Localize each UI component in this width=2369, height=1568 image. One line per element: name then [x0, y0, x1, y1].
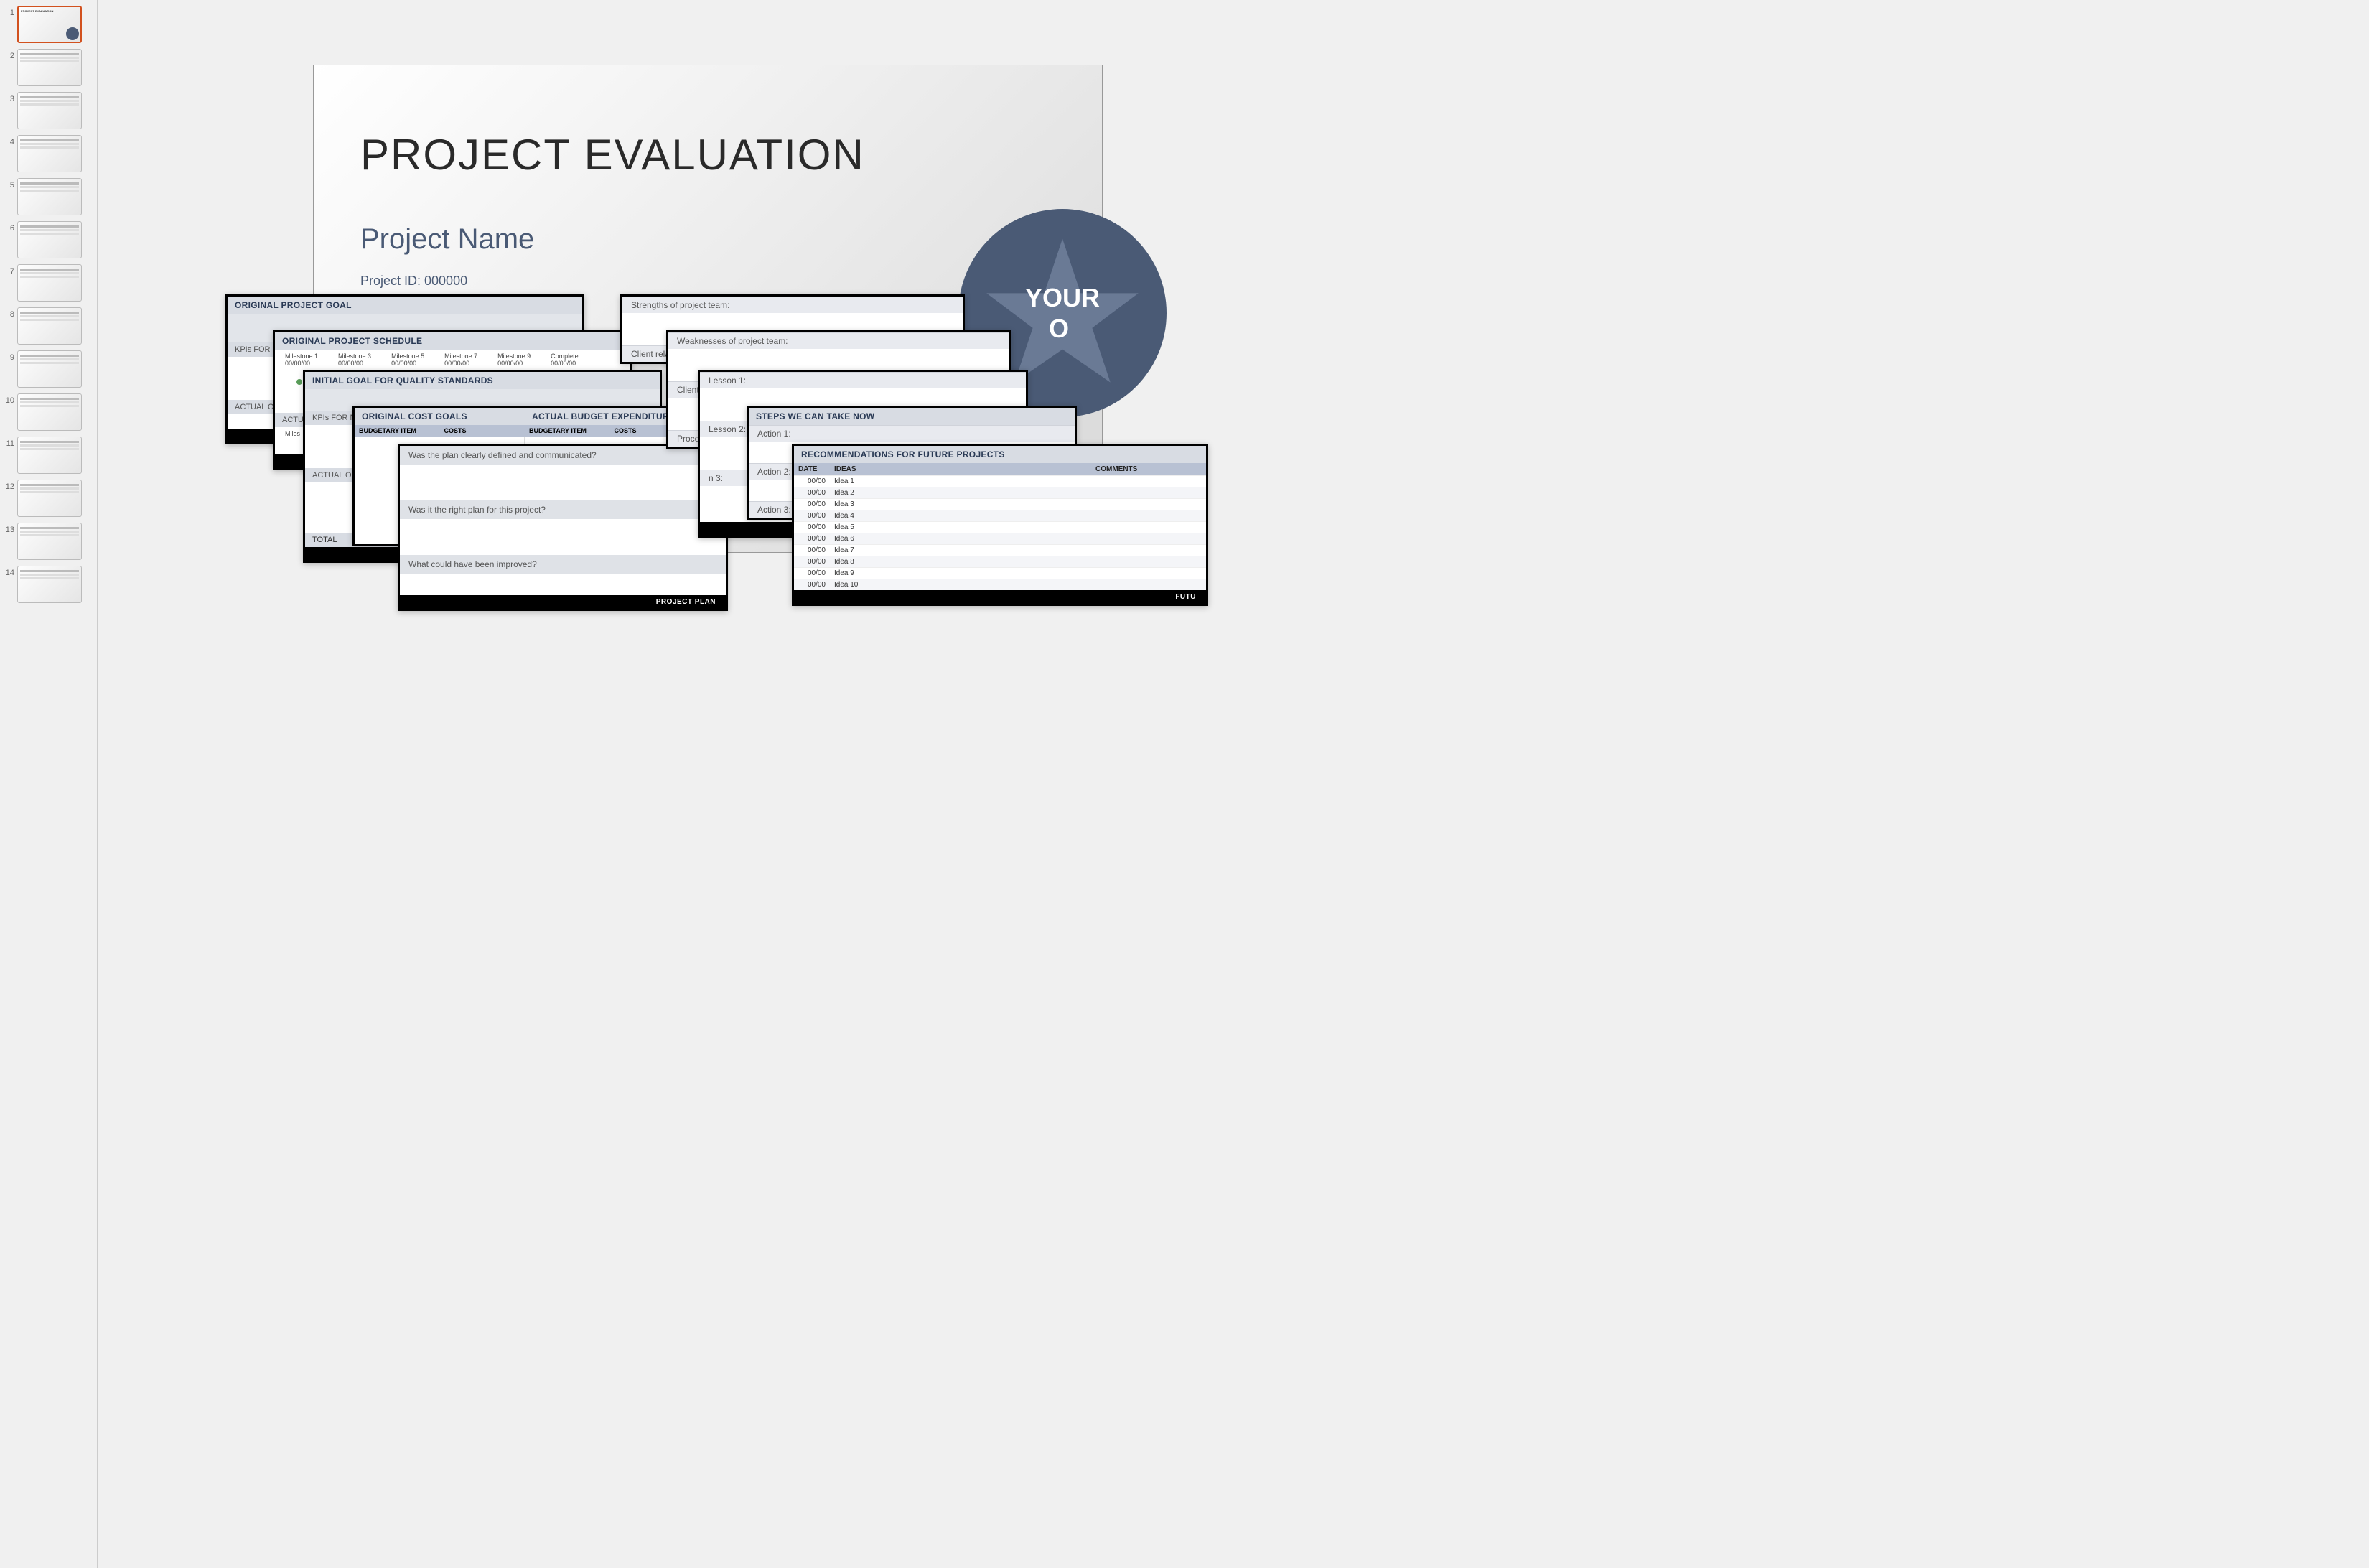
logo-text: YOURO: [1025, 282, 1100, 344]
question-text: Was it the right plan for this project?: [400, 500, 726, 519]
table-row: 00/00Idea 5: [794, 522, 1206, 533]
thumb-preview[interactable]: [17, 350, 82, 388]
line-label: Weaknesses of project team:: [668, 332, 1009, 349]
milestone-label: Milestone 700/00/00: [444, 353, 477, 367]
thumb-preview[interactable]: PROJECT EVALUATION: [17, 6, 82, 43]
slide-thumbnail[interactable]: 7: [3, 264, 94, 302]
app-root: 1PROJECT EVALUATION234567891011121314 PR…: [0, 0, 2369, 1568]
card-footer: PROJECT PLAN: [400, 595, 726, 609]
table-row: 00/00Idea 1: [794, 476, 1206, 487]
table-row: 00/00Idea 6: [794, 533, 1206, 545]
card-header: STEPS WE CAN TAKE NOW: [749, 408, 1075, 425]
slide-thumbnail[interactable]: 5: [3, 178, 94, 215]
slide-thumbnail[interactable]: 14: [3, 566, 94, 603]
slide-thumbnail[interactable]: 1PROJECT EVALUATION: [3, 6, 94, 43]
thumb-number: 1: [3, 6, 14, 17]
milestone-label: Milestone 100/00/00: [285, 353, 318, 367]
card-header: RECOMMENDATIONS FOR FUTURE PROJECTS: [794, 446, 1206, 463]
thumb-number: 12: [3, 480, 14, 491]
table-row: 00/00Idea 10: [794, 579, 1206, 591]
thumb-number: 13: [3, 523, 14, 534]
slide-title: PROJECT EVALUATION: [360, 130, 865, 179]
thumb-preview[interactable]: [17, 393, 82, 431]
slide-thumbnail-panel[interactable]: 1PROJECT EVALUATION234567891011121314: [0, 0, 98, 1568]
milestone-label: Milestone 300/00/00: [338, 353, 371, 367]
slide-thumbnail[interactable]: 11: [3, 437, 94, 474]
overlay-recommendations[interactable]: RECOMMENDATIONS FOR FUTURE PROJECTS DATE…: [792, 444, 1208, 606]
project-id-label: Project ID: 000000: [360, 274, 467, 289]
thumb-number: 2: [3, 49, 14, 60]
slide-thumbnail[interactable]: 3: [3, 92, 94, 129]
thumb-number: 5: [3, 178, 14, 190]
table-row: 00/00Idea 3: [794, 499, 1206, 510]
thumb-number: 11: [3, 437, 14, 448]
thumb-preview[interactable]: [17, 523, 82, 560]
thumb-number: 10: [3, 393, 14, 405]
thumb-preview[interactable]: [17, 178, 82, 215]
thumb-number: 9: [3, 350, 14, 362]
card-footer: FUTU: [794, 590, 1206, 604]
milestone-label: Milestone 500/00/00: [391, 353, 424, 367]
table-row: 00/00Idea 8: [794, 556, 1206, 568]
slide-thumbnail[interactable]: 6: [3, 221, 94, 258]
thumb-preview[interactable]: [17, 264, 82, 302]
slide-thumbnail[interactable]: 4: [3, 135, 94, 172]
slide-thumbnail[interactable]: 10: [3, 393, 94, 431]
card-header: ORIGINAL PROJECT GOAL: [228, 297, 582, 314]
ideas-table: DATE IDEAS COMMENTS 00/00Idea 100/00Idea…: [794, 463, 1206, 590]
thumb-preview[interactable]: [17, 566, 82, 603]
line-label: Action 1:: [749, 425, 1075, 442]
thumb-preview[interactable]: [17, 135, 82, 172]
thumb-preview[interactable]: [17, 92, 82, 129]
slide-thumbnail[interactable]: 13: [3, 523, 94, 560]
thumb-preview[interactable]: [17, 221, 82, 258]
line-label: Strengths of project team:: [622, 297, 963, 313]
table-row: 00/00Idea 7: [794, 545, 1206, 556]
table-row: 00/00Idea 2: [794, 487, 1206, 499]
table-row: 00/00Idea 4: [794, 510, 1206, 522]
thumb-preview[interactable]: [17, 437, 82, 474]
slide-thumbnail[interactable]: 8: [3, 307, 94, 345]
milestone-label: Complete00/00/00: [551, 353, 579, 367]
thumb-number: 14: [3, 566, 14, 577]
slide-thumbnail[interactable]: 2: [3, 49, 94, 86]
milestone-label: Milestone 900/00/00: [497, 353, 531, 367]
card-header: INITIAL GOAL FOR QUALITY STANDARDS: [305, 372, 660, 389]
slide-thumbnail[interactable]: 9: [3, 350, 94, 388]
thumb-number: 4: [3, 135, 14, 146]
overlay-plan-questions[interactable]: Was the plan clearly defined and communi…: [398, 444, 728, 611]
line-label: Lesson 1:: [700, 372, 1026, 388]
card-header: ORIGINAL COST GOALS: [355, 408, 525, 425]
card-header: ORIGINAL PROJECT SCHEDULE: [275, 332, 630, 350]
thumb-number: 7: [3, 264, 14, 276]
thumb-number: 8: [3, 307, 14, 319]
thumb-number: 3: [3, 92, 14, 103]
thumb-preview[interactable]: [17, 307, 82, 345]
slide-thumbnail[interactable]: 12: [3, 480, 94, 517]
slide-subtitle: Project Name: [360, 223, 534, 256]
thumb-number: 6: [3, 221, 14, 233]
thumb-preview[interactable]: [17, 480, 82, 517]
thumb-preview[interactable]: [17, 49, 82, 86]
table-row: 00/00Idea 9: [794, 568, 1206, 579]
question-text: What could have been improved?: [400, 555, 726, 574]
slide-canvas: PROJECT EVALUATION Project Name Project …: [98, 0, 2369, 1568]
